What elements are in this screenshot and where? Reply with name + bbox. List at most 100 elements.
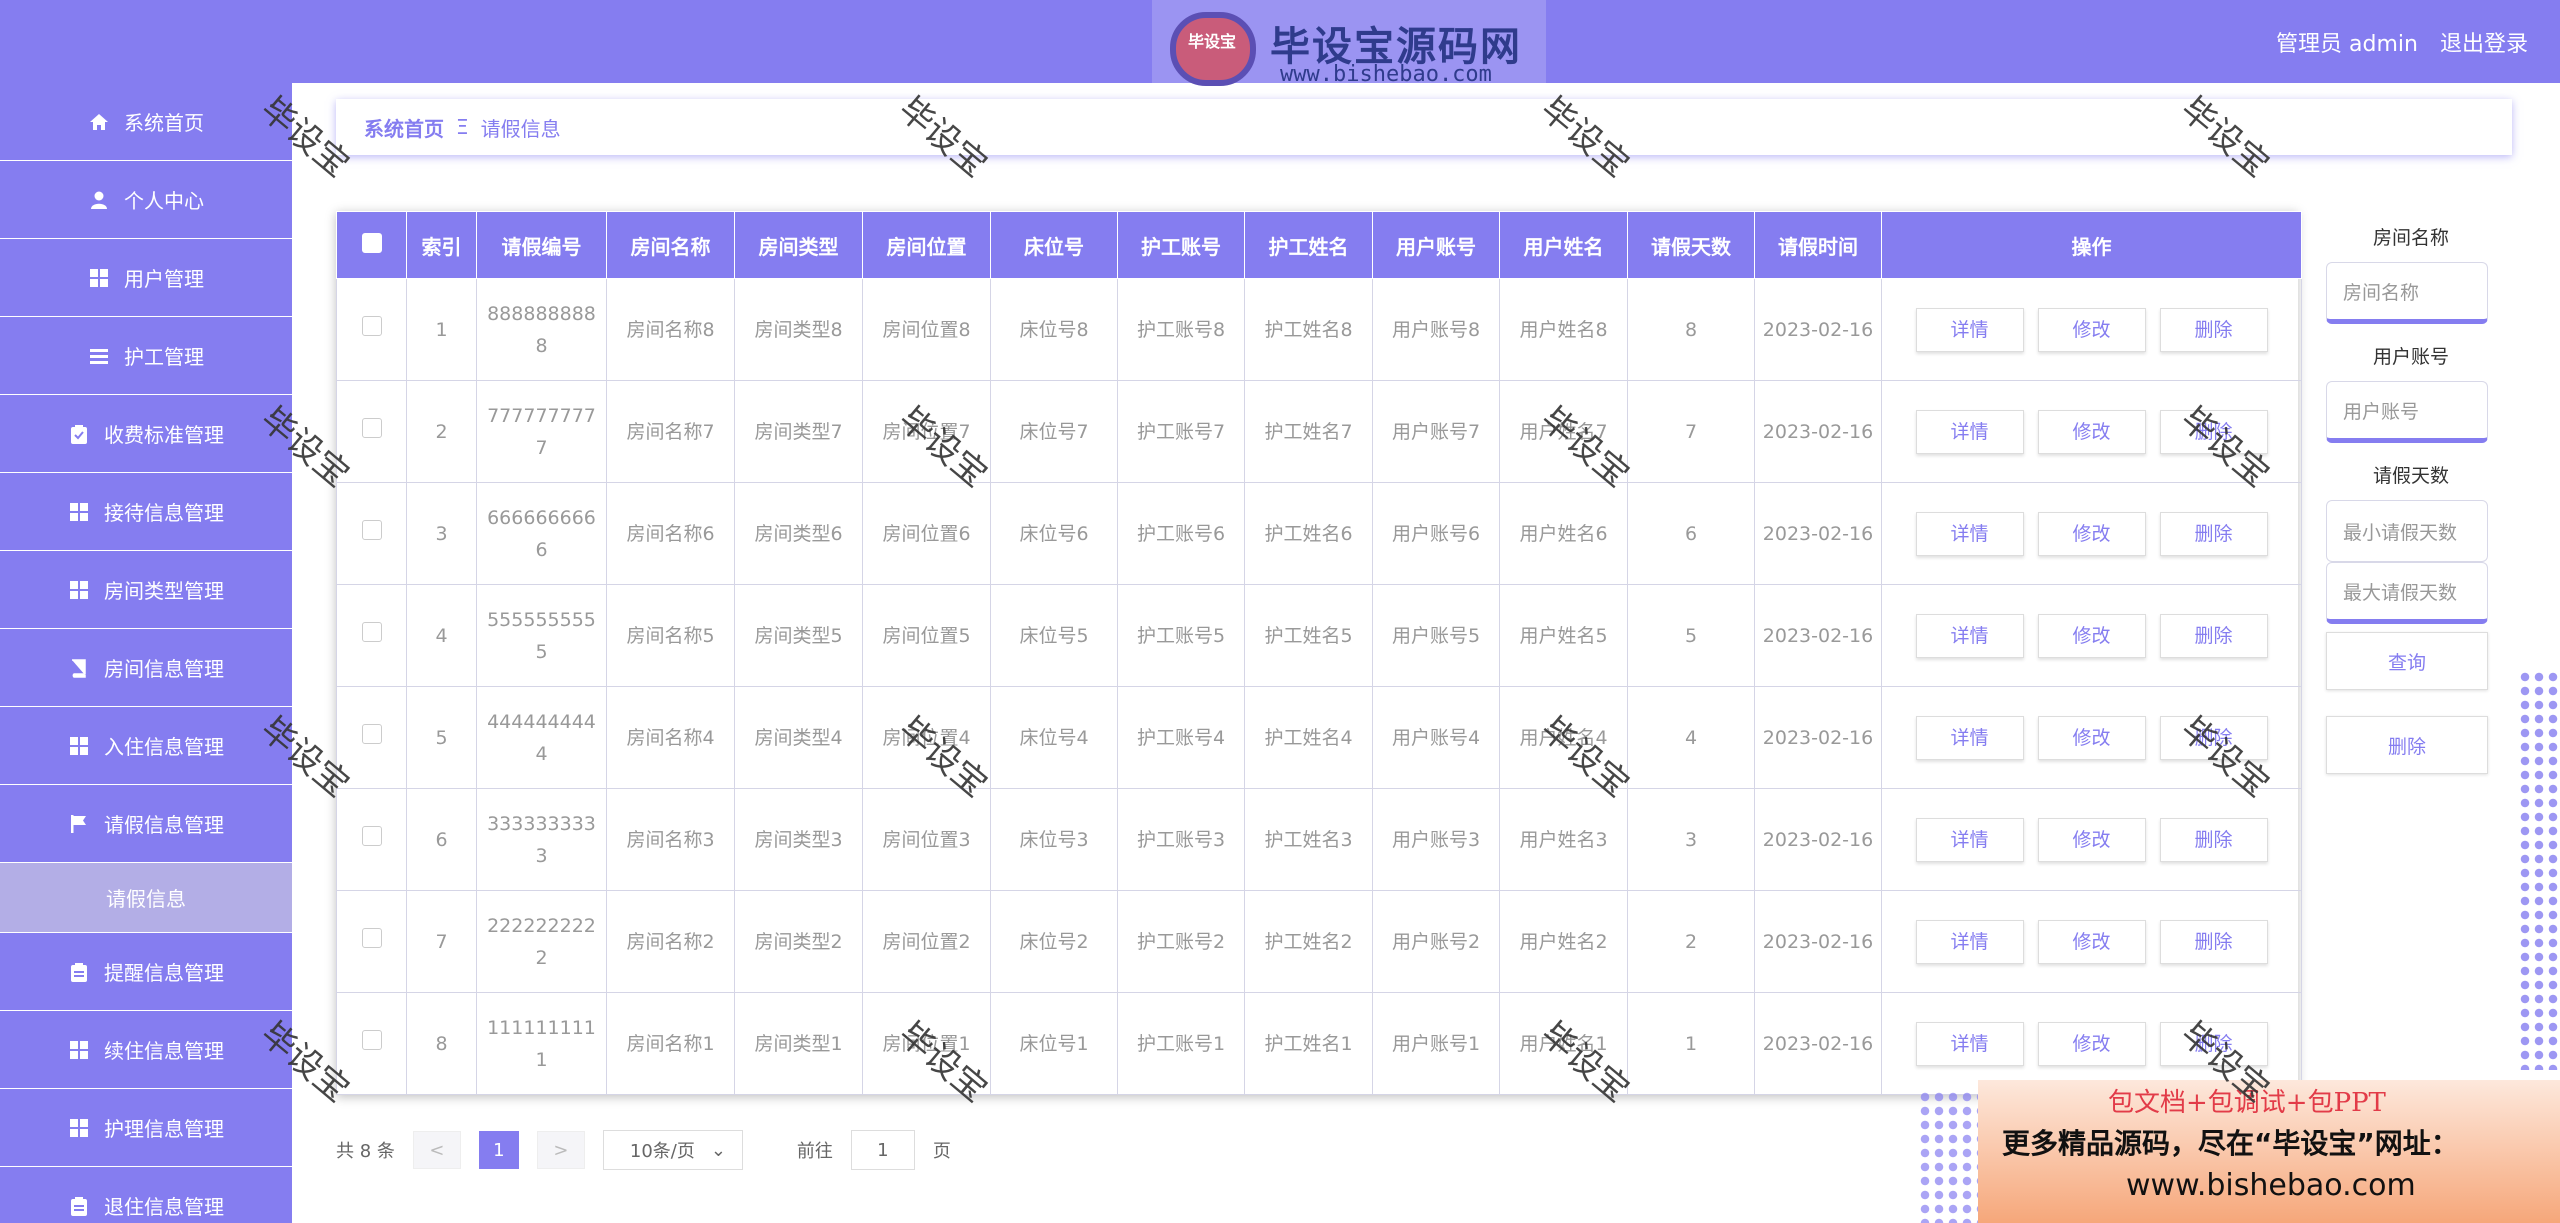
delete-button[interactable]: 删除 (2159, 817, 2268, 862)
actions-cell: 详情 修改 删除 (1881, 686, 2302, 789)
table-cell: 床位号4 (990, 686, 1118, 789)
room-name-input[interactable]: 房间名称 (2326, 262, 2488, 324)
sidebar-item-系统首页[interactable]: 系统首页 (0, 83, 292, 161)
sidebar-item-label: 请假信息管理 (104, 813, 224, 837)
table-cell: 2023-02-16 (1754, 788, 1882, 891)
breadcrumb: 系统首页 Ξ 请假信息 (336, 99, 2512, 155)
table-cell: 床位号7 (990, 380, 1118, 483)
edit-button[interactable]: 修改 (2037, 409, 2146, 454)
sidebar-item-房间类型管理[interactable]: 房间类型管理 (0, 551, 292, 629)
table-cell: 房间名称5 (606, 584, 735, 687)
table-row: 5 4444444444 房间名称4 房间类型4 房间位置4 床位号4 护工账号4 护工姓名4… (336, 686, 2302, 789)
clipboard-icon (68, 1195, 90, 1217)
sidebar-item-用户管理[interactable]: 用户管理 (0, 239, 292, 317)
breadcrumb-home[interactable]: 系统首页 (364, 113, 444, 142)
sidebar-item-房间信息管理[interactable]: 房间信息管理 (0, 629, 292, 707)
table-cell: 床位号8 (990, 278, 1118, 381)
leave-table-container: 索引 请假编号 房间名称 房间类型 房间位置 床位号 护工账号 护工姓名 用户账号 用户姓名 请假天… (336, 211, 2302, 1095)
detail-button[interactable]: 详情 (1915, 409, 2024, 454)
decorative-dots-bottom (1918, 1090, 1978, 1223)
min-leave-days-input[interactable]: 最小请假天数 (2326, 500, 2488, 562)
next-page-button[interactable]: > (536, 1131, 585, 1169)
sidebar-item-个人中心[interactable]: 个人中心 (0, 161, 292, 239)
sidebar-item-入住信息管理[interactable]: 入住信息管理 (0, 707, 292, 785)
detail-button[interactable]: 详情 (1915, 919, 2024, 964)
edit-button[interactable]: 修改 (2037, 919, 2146, 964)
actions-cell: 详情 修改 删除 (1881, 788, 2302, 891)
row-checkbox[interactable] (361, 621, 382, 642)
delete-button[interactable]: 删除 (2159, 715, 2268, 760)
actions-cell: 详情 修改 删除 (1881, 584, 2302, 687)
row-checkbox[interactable] (361, 1029, 382, 1050)
edit-button[interactable]: 修改 (2037, 307, 2146, 352)
sidebar-item-label: 收费标准管理 (104, 423, 224, 447)
prev-page-button[interactable]: < (412, 1131, 461, 1169)
detail-button[interactable]: 详情 (1915, 1021, 2024, 1066)
sidebar-subitem-leave-info[interactable]: 请假信息 (0, 863, 292, 933)
detail-button[interactable]: 详情 (1915, 307, 2024, 352)
table-cell: 用户姓名4 (1499, 686, 1628, 789)
table-cell: 用户账号6 (1372, 482, 1500, 585)
table-cell: 护工姓名2 (1244, 890, 1373, 993)
top-header: 毕设宝 毕设宝源码网 www.bishebao.com 管理员 admin 退出… (0, 0, 2560, 93)
edit-button[interactable]: 修改 (2037, 613, 2146, 658)
edit-button[interactable]: 修改 (2037, 511, 2146, 556)
sidebar-item-护工管理[interactable]: 护工管理 (0, 317, 292, 395)
table-row: 4 5555555555 房间名称5 房间类型5 房间位置5 床位号5 护工账号5 护工姓名5… (336, 584, 2302, 687)
row-checkbox[interactable] (361, 825, 382, 846)
delete-button[interactable]: 删除 (2159, 1021, 2268, 1066)
table-cell: 用户账号2 (1372, 890, 1500, 993)
goto-page-input[interactable]: 1 (850, 1130, 915, 1170)
column-header: 护工账号 (1117, 211, 1245, 279)
sidebar-item-接待信息管理[interactable]: 接待信息管理 (0, 473, 292, 551)
delete-button[interactable]: 删除 (2159, 613, 2268, 658)
row-checkbox[interactable] (361, 927, 382, 948)
table-cell: 用户账号8 (1372, 278, 1500, 381)
max-leave-days-input[interactable]: 最大请假天数 (2326, 562, 2488, 624)
delete-button[interactable]: 删除 (2159, 511, 2268, 556)
sidebar-item-收费标准管理[interactable]: 收费标准管理 (0, 395, 292, 473)
promo-line-1: 包文档+包调试+包PPT (2108, 1088, 2386, 1118)
sidebar-item-提醒信息管理[interactable]: 提醒信息管理 (0, 933, 292, 1011)
logout-link[interactable]: 退出登录 (2440, 26, 2528, 58)
detail-button[interactable]: 详情 (1915, 613, 2024, 658)
column-header: 请假编号 (476, 211, 607, 279)
delete-button[interactable]: 删除 (2159, 409, 2268, 454)
delete-button[interactable]: 删除 (2159, 307, 2268, 352)
query-button[interactable]: 查询 (2326, 632, 2488, 690)
column-header: 床位号 (990, 211, 1118, 279)
table-cell: 房间位置2 (862, 890, 991, 993)
delete-button[interactable]: 删除 (2159, 919, 2268, 964)
page-size-select[interactable]: 10条/页 ⌄ (602, 1130, 743, 1170)
room-name-label: 房间名称 (2372, 227, 2449, 249)
row-checkbox[interactable] (361, 315, 382, 336)
select-all-checkbox[interactable] (361, 232, 382, 253)
batch-delete-button[interactable]: 删除 (2326, 716, 2488, 774)
detail-button[interactable]: 详情 (1915, 715, 2024, 760)
sidebar-item-续住信息管理[interactable]: 续住信息管理 (0, 1011, 292, 1089)
row-checkbox[interactable] (361, 519, 382, 540)
select-all-header (336, 211, 407, 279)
detail-button[interactable]: 详情 (1915, 511, 2024, 556)
row-checkbox[interactable] (361, 723, 382, 744)
sidebar-item-护理信息管理[interactable]: 护理信息管理 (0, 1089, 292, 1167)
sidebar-item-退住信息管理[interactable]: 退住信息管理 (0, 1167, 292, 1223)
row-actions: 详情 修改 删除 (1888, 613, 2295, 658)
table-cell: 7 (1627, 380, 1755, 483)
table-cell: 用户姓名8 (1499, 278, 1628, 381)
decorative-dots-right (2518, 670, 2560, 1070)
table-cell: 8 (1627, 278, 1755, 381)
chevron-down-icon: ⌄ (710, 1139, 726, 1161)
sidebar-item-请假信息管理[interactable]: 请假信息管理 (0, 785, 292, 863)
edit-button[interactable]: 修改 (2037, 1021, 2146, 1066)
table-cell: 房间名称4 (606, 686, 735, 789)
row-actions: 详情 修改 删除 (1888, 409, 2295, 454)
column-header: 房间位置 (862, 211, 991, 279)
row-checkbox[interactable] (361, 417, 382, 438)
edit-button[interactable]: 修改 (2037, 817, 2146, 862)
user-info: 管理员 admin 退出登录 (2276, 26, 2528, 58)
edit-button[interactable]: 修改 (2037, 715, 2146, 760)
page-1-button[interactable]: 1 (478, 1131, 519, 1169)
user-account-input[interactable]: 用户账号 (2326, 381, 2488, 443)
detail-button[interactable]: 详情 (1915, 817, 2024, 862)
